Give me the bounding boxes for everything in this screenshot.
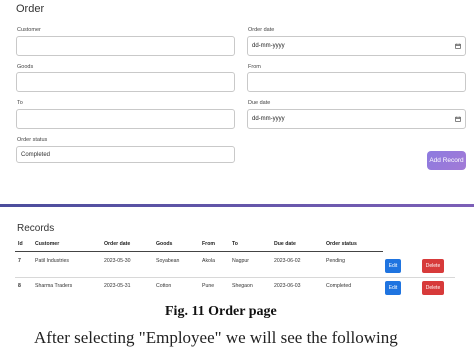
to-label: To xyxy=(17,100,23,106)
header-underline xyxy=(15,251,383,252)
order-date-label: Order date xyxy=(248,27,275,33)
from-input[interactable] xyxy=(247,72,466,92)
cell-from: Akola xyxy=(202,258,215,264)
col-due-date: Due date xyxy=(274,241,296,247)
delete-button[interactable]: Delete xyxy=(422,281,444,295)
due-date-input[interactable]: dd-mm-yyyy xyxy=(247,109,466,129)
records-title: Records xyxy=(17,223,55,234)
customer-label: Customer xyxy=(17,27,41,33)
edit-button[interactable]: Edit xyxy=(385,281,401,295)
col-id: Id xyxy=(18,241,23,247)
table-row: 7 Patil Industries 2023-05-30 Soyabean A… xyxy=(0,253,474,275)
cell-id: 7 xyxy=(18,258,21,264)
figure-caption: Fig. 11 Order page xyxy=(165,304,277,319)
from-label: From xyxy=(248,64,261,70)
col-to: To xyxy=(232,241,238,247)
cell-from: Pune xyxy=(202,283,215,289)
cell-goods: Cotton xyxy=(156,283,172,289)
edit-button[interactable]: Edit xyxy=(385,259,401,273)
cell-id: 8 xyxy=(18,283,21,289)
order-status-label: Order status xyxy=(17,137,48,143)
cell-status: Completed xyxy=(326,283,352,289)
calendar-icon[interactable] xyxy=(455,43,461,49)
cell-goods: Soyabean xyxy=(156,258,180,264)
customer-input[interactable] xyxy=(16,36,235,56)
goods-input[interactable] xyxy=(16,72,235,92)
delete-button[interactable]: Delete xyxy=(422,259,444,273)
cell-to: Shegaon xyxy=(232,283,253,289)
cell-status: Pending xyxy=(326,258,346,264)
order-date-input[interactable]: dd-mm-yyyy xyxy=(247,36,466,56)
table-row: 8 Sharma Traders 2023-05-31 Cotton Pune … xyxy=(0,278,474,300)
cell-customer: Sharma Traders xyxy=(35,283,73,289)
body-text-fragment: After selecting "Employee" we will see t… xyxy=(34,328,398,347)
col-from: From xyxy=(202,241,215,247)
add-record-button[interactable]: Add Record xyxy=(427,151,466,170)
cell-order-date: 2023-05-31 xyxy=(104,283,131,289)
cell-due-date: 2023-06-03 xyxy=(274,283,301,289)
order-title: Order xyxy=(16,3,45,15)
cell-to: Nagpur xyxy=(232,258,250,264)
col-order-status: Order status xyxy=(326,241,357,247)
col-order-date: Order date xyxy=(104,241,131,247)
cell-order-date: 2023-05-30 xyxy=(104,258,131,264)
col-goods: Goods xyxy=(156,241,173,247)
cell-due-date: 2023-06-02 xyxy=(274,258,301,264)
due-date-placeholder: dd-mm-yyyy xyxy=(252,116,285,122)
due-date-label: Due date xyxy=(248,100,271,106)
order-status-select[interactable]: Completed xyxy=(16,146,235,163)
to-input[interactable] xyxy=(16,109,235,129)
goods-label: Goods xyxy=(17,64,34,70)
section-divider xyxy=(0,204,474,207)
cell-customer: Patil Industries xyxy=(35,258,70,264)
calendar-icon[interactable] xyxy=(455,116,461,122)
col-customer: Customer xyxy=(35,241,60,247)
order-date-placeholder: dd-mm-yyyy xyxy=(252,43,285,49)
